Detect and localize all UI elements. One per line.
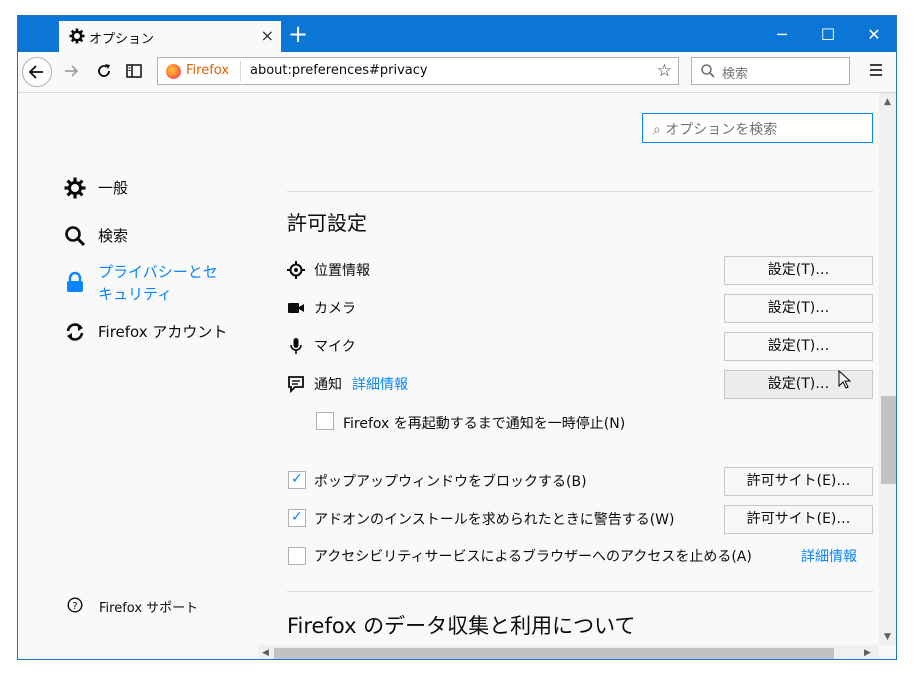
sync-icon	[66, 323, 84, 341]
lock-icon	[67, 271, 83, 292]
browser-window: オプション × + ─ ☐ ✕ Firefox about:preference…	[17, 15, 897, 660]
notifications-label: 通知	[314, 377, 342, 393]
tab-close-icon[interactable]: ×	[261, 26, 274, 45]
svg-text:?: ?	[72, 601, 77, 612]
forward-arrow-icon[interactable]	[61, 61, 81, 81]
permissions-heading: 許可設定	[287, 211, 367, 235]
divider	[240, 61, 241, 81]
camera-label: カメラ	[314, 301, 356, 317]
sidebar-item-firefox-account[interactable]: Firefox アカウント	[64, 321, 227, 343]
microphone-settings-button[interactable]: 設定(T)…	[724, 332, 873, 361]
tab-title: オプション	[89, 32, 155, 47]
vertical-scroll-thumb[interactable]	[881, 396, 896, 484]
support-label: Firefox サポート	[99, 601, 199, 616]
microphone-label: マイク	[314, 339, 356, 355]
divider	[287, 591, 873, 592]
addon-exceptions-button[interactable]: 許可サイト(E)…	[724, 505, 873, 534]
horizontal-scrollbar[interactable]: ◀ ▶	[258, 645, 879, 659]
notification-icon	[288, 376, 304, 393]
close-window-button[interactable]: ✕	[851, 16, 896, 52]
back-button[interactable]	[22, 57, 52, 87]
maximize-button[interactable]: ☐	[805, 16, 851, 52]
scroll-up-arrow-icon[interactable]: ▲	[884, 97, 891, 107]
mouse-cursor-icon	[838, 370, 852, 389]
horizontal-scroll-thumb[interactable]	[274, 648, 834, 659]
scroll-down-arrow-icon[interactable]: ▼	[884, 632, 891, 642]
block-a11y-checkbox[interactable]	[288, 547, 306, 565]
reload-icon[interactable]	[94, 61, 114, 81]
search-icon	[701, 64, 715, 78]
location-icon	[287, 261, 305, 279]
data-collection-heading: Firefox のデータ収集と利用について	[287, 614, 636, 638]
bookmark-star-icon[interactable]: ☆	[657, 61, 672, 81]
preferences-content: ⌕ オプションを検索 一般 検索 プライバシーとセ キュリティ Firefox …	[18, 93, 879, 645]
block-popups-label: ポップアップウィンドウをブロックする(B)	[314, 474, 587, 490]
scroll-right-arrow-icon[interactable]: ▶	[864, 648, 871, 658]
gear-icon	[64, 177, 86, 199]
sidebar-item-privacy[interactable]: プライバシーとセ キュリティ	[64, 261, 218, 305]
gear-icon	[69, 28, 85, 44]
sidebar-support-link[interactable]: ? Firefox サポート	[64, 597, 198, 616]
location-settings-button[interactable]: 設定(T)…	[724, 256, 873, 285]
location-row: 位置情報	[287, 258, 370, 282]
camera-icon	[288, 303, 304, 313]
microphone-icon	[290, 338, 302, 354]
options-search-placeholder: ⌕ オプションを検索	[653, 122, 778, 138]
help-icon: ?	[67, 597, 83, 613]
minimize-button[interactable]: ─	[759, 16, 805, 52]
address-bar[interactable]: Firefox about:preferences#privacy ☆	[157, 57, 679, 85]
location-label: 位置情報	[314, 263, 370, 279]
sidebar-item-label: 検索	[98, 227, 129, 245]
search-icon	[65, 226, 86, 247]
notifications-row: 通知 詳細情報	[287, 372, 408, 396]
pause-notifications-label: Firefox を再起動するまで通知を一時停止(N)	[343, 416, 626, 432]
block-a11y-label: アクセシビリティサービスによるブラウザーへのアクセスを止める(A)	[314, 549, 752, 565]
notifications-learn-more-link[interactable]: 詳細情報	[352, 374, 408, 394]
sidebar-toggle-icon[interactable]	[124, 61, 144, 81]
firefox-logo-icon	[166, 64, 181, 79]
pause-notifications-checkbox[interactable]	[316, 412, 334, 430]
vertical-scrollbar[interactable]: ▲ ▼	[879, 93, 896, 645]
options-search-field[interactable]: ⌕ オプションを検索	[642, 113, 873, 143]
title-bar: オプション × + ─ ☐ ✕	[18, 16, 896, 52]
camera-settings-button[interactable]: 設定(T)…	[724, 294, 873, 323]
a11y-learn-more-link[interactable]: 詳細情報	[801, 546, 857, 566]
url-text[interactable]: about:preferences#privacy	[250, 63, 428, 78]
scroll-left-arrow-icon[interactable]: ◀	[262, 648, 269, 658]
warn-addons-checkbox[interactable]	[288, 509, 306, 527]
sidebar-item-search[interactable]: 検索	[64, 225, 128, 247]
search-input[interactable]: 検索	[691, 57, 850, 85]
microphone-row: マイク	[287, 334, 356, 358]
sidebar-item-label: プライバシーとセ キュリティ	[98, 263, 218, 303]
hamburger-menu-icon[interactable]	[868, 62, 884, 78]
new-tab-button[interactable]: +	[288, 20, 308, 48]
block-popups-checkbox[interactable]	[288, 471, 306, 489]
tab-options[interactable]: オプション ×	[59, 19, 281, 52]
divider	[287, 191, 873, 192]
sidebar-item-label: 一般	[98, 179, 129, 197]
back-arrow-icon	[28, 65, 43, 79]
identity-label: Firefox	[186, 63, 230, 78]
sidebar-item-general[interactable]: 一般	[64, 177, 128, 199]
sidebar-item-label: Firefox アカウント	[98, 323, 228, 341]
search-placeholder: 検索	[722, 67, 749, 82]
popup-exceptions-button[interactable]: 許可サイト(E)…	[724, 467, 873, 496]
camera-row: カメラ	[287, 296, 356, 320]
warn-addons-label: アドオンのインストールを求められたときに警告する(W)	[314, 512, 675, 528]
navigation-toolbar: Firefox about:preferences#privacy ☆ 検索	[18, 52, 896, 93]
